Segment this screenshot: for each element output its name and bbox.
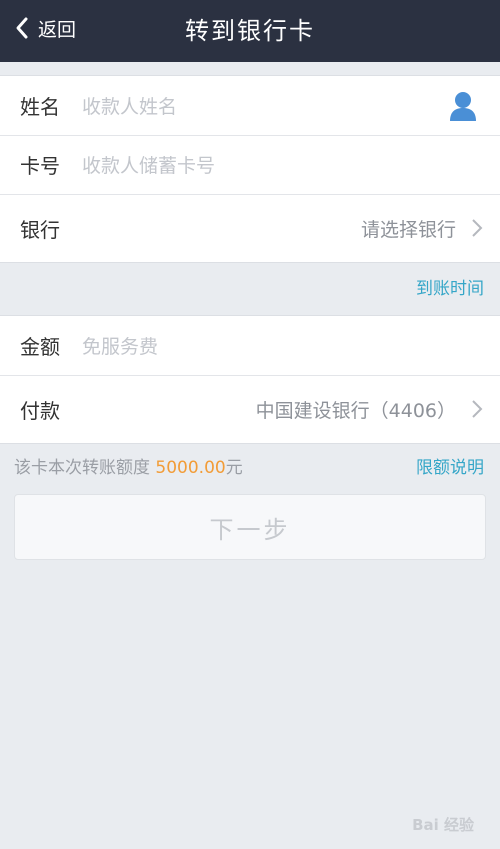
- limit-amount: 5000.00: [155, 458, 226, 478]
- card-number-input[interactable]: 收款人储蓄卡号: [82, 151, 484, 178]
- bank-label: 银行: [20, 217, 60, 242]
- limit-info-link[interactable]: 限额说明: [416, 453, 484, 478]
- amount-row[interactable]: 金额 免服务费: [0, 316, 500, 375]
- contact-person-icon[interactable]: [448, 90, 478, 122]
- page-title: 转到银行卡: [185, 16, 315, 45]
- name-label: 姓名: [20, 95, 60, 119]
- name-row[interactable]: 姓名 收款人姓名: [0, 76, 500, 135]
- chevron-right-icon: [472, 400, 483, 418]
- name-input[interactable]: 收款人姓名: [82, 92, 448, 119]
- baidu-watermark: Bai 经验: [412, 816, 474, 834]
- card-number-row[interactable]: 卡号 收款人储蓄卡号: [0, 135, 500, 194]
- limit-suffix: 元: [225, 458, 243, 478]
- pay-label: 付款: [20, 398, 60, 423]
- limit-prefix: 该卡本次转账额度: [14, 458, 150, 478]
- next-step-button[interactable]: 下一步: [14, 494, 486, 560]
- transfer-limit-text: 该卡本次转账额度 5000.00元: [14, 453, 243, 478]
- payment-source-row[interactable]: 付款 中国建设银行（4406）: [0, 375, 500, 443]
- amount-label: 金额: [20, 335, 60, 359]
- recipient-group: 姓名 收款人姓名 卡号 收款人储蓄卡号 银行 请选择银行: [0, 75, 500, 263]
- chevron-right-icon: [472, 219, 483, 237]
- arrival-time-link[interactable]: 到账时间: [416, 274, 484, 299]
- card-label: 卡号: [20, 154, 60, 178]
- navbar: 返回 转到银行卡: [0, 0, 500, 62]
- bank-select-value[interactable]: 请选择银行: [361, 215, 456, 242]
- amount-input[interactable]: 免服务费: [82, 332, 484, 359]
- bank-row[interactable]: 银行 请选择银行: [0, 194, 500, 262]
- payment-group: 金额 免服务费 付款 中国建设银行（4406）: [0, 315, 500, 444]
- payment-source-value[interactable]: 中国建设银行（4406）: [256, 396, 456, 423]
